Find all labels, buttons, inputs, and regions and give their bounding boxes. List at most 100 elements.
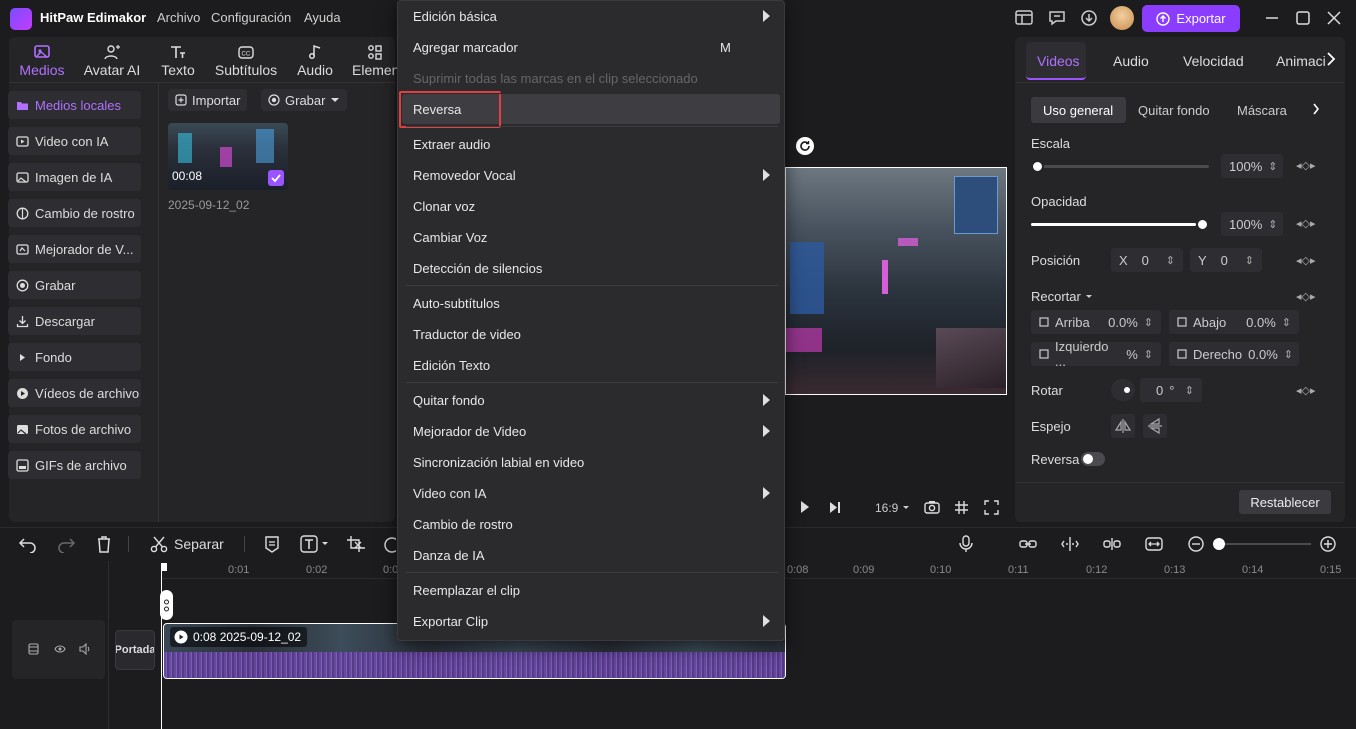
feedback-icon[interactable]: [1047, 9, 1067, 27]
sidebar-item-video-ia[interactable]: Video con IA: [8, 127, 141, 155]
opacidad-input[interactable]: 100% ⇕: [1221, 212, 1283, 236]
opacidad-slider[interactable]: [1031, 218, 1209, 231]
download-app-icon[interactable]: [1079, 9, 1099, 27]
undo-icon[interactable]: [18, 535, 38, 553]
sidebar-item-cambio-rostro[interactable]: Cambio de rostro: [8, 199, 141, 227]
close-icon[interactable]: [1324, 9, 1344, 27]
mirror-horizontal-icon[interactable]: [1111, 414, 1135, 438]
menu-mejorador-video[interactable]: Mejorador de Video: [413, 424, 526, 439]
sidebar-item-mejorador[interactable]: Mejorador de V...: [8, 235, 141, 263]
playhead[interactable]: [161, 565, 162, 729]
tab-texto[interactable]: Texto: [158, 44, 198, 84]
speaker-icon[interactable]: [79, 643, 91, 655]
tab-avatar-ai[interactable]: Avatar AI: [82, 44, 142, 84]
delete-icon[interactable]: [94, 535, 114, 553]
escala-slider[interactable]: [1031, 160, 1209, 173]
crop-top-input[interactable]: Arriba 0.0% ⇕: [1031, 310, 1161, 334]
menu-agregar-marcador[interactable]: Agregar marcador: [413, 40, 518, 55]
menu-exportar-clip[interactable]: Exportar Clip: [413, 614, 488, 629]
stepper-icon[interactable]: ⇕: [1144, 316, 1153, 329]
crop-tool-icon[interactable]: [346, 535, 366, 553]
grid-icon[interactable]: [954, 500, 969, 515]
text-tool-dropdown[interactable]: [300, 535, 332, 553]
menu-cambiar-voz[interactable]: Cambiar Voz: [413, 230, 487, 245]
menu-auto-subtitulos[interactable]: Auto-subtítulos: [413, 296, 500, 311]
fit-timeline-icon[interactable]: [1144, 535, 1164, 553]
menu-reversa[interactable]: Reversa: [413, 102, 461, 117]
magnet-icon[interactable]: [1060, 535, 1080, 553]
zoom-out-icon[interactable]: [1187, 535, 1207, 553]
subtab-uso-general[interactable]: Uso general: [1031, 97, 1126, 123]
stepper-icon[interactable]: ⇕: [1268, 218, 1277, 231]
fullscreen-icon[interactable]: [984, 500, 999, 515]
subtitle-tool-icon[interactable]: [262, 535, 282, 553]
keyframe-nav-icon[interactable]: ◂◇▸: [1296, 290, 1316, 303]
sidebar-item-descargar[interactable]: Descargar: [8, 307, 141, 335]
tab-medios[interactable]: Medios: [18, 44, 66, 84]
menu-video-ia[interactable]: Video con IA: [413, 486, 486, 501]
chevron-right-icon[interactable]: [1326, 51, 1336, 67]
tab-velocidad[interactable]: Velocidad: [1183, 53, 1244, 69]
speed-tool-icon[interactable]: [382, 535, 396, 553]
eye-icon[interactable]: [54, 644, 66, 654]
menu-edicion-basica[interactable]: Edición básica: [413, 9, 497, 24]
play-icon[interactable]: [800, 500, 810, 514]
crop-left-input[interactable]: Izquierdo ... % ⇕: [1031, 339, 1161, 369]
split-link-icon[interactable]: [1102, 535, 1122, 553]
sidebar-item-grabar[interactable]: Grabar: [8, 271, 141, 299]
layout-icon[interactable]: [1014, 9, 1034, 27]
tab-elementos[interactable]: Elemen: [352, 44, 398, 84]
export-button[interactable]: Exportar: [1142, 5, 1240, 32]
check-icon[interactable]: [268, 170, 284, 186]
menu-sincronizacion-labial[interactable]: Sincronización labial en video: [413, 455, 584, 470]
maximize-icon[interactable]: [1293, 9, 1313, 27]
rotate-dial-icon[interactable]: [1111, 379, 1135, 401]
sidebar-item-fotos-archivo[interactable]: Fotos de archivo: [8, 415, 141, 443]
minimize-icon[interactable]: [1262, 9, 1282, 27]
menu-archivo[interactable]: Archivo: [157, 10, 200, 25]
microphone-icon[interactable]: [956, 535, 976, 553]
redo-icon[interactable]: [56, 535, 76, 553]
menu-removedor-vocal[interactable]: Removedor Vocal: [413, 168, 516, 183]
stepper-icon[interactable]: ⇕: [1245, 254, 1254, 267]
escala-slider-knob[interactable]: [1031, 160, 1044, 173]
cover-button[interactable]: Portada: [115, 630, 155, 670]
tab-audio-props[interactable]: Audio: [1113, 53, 1149, 69]
stepper-icon[interactable]: ⇕: [1282, 316, 1291, 329]
crop-bottom-input[interactable]: Abajo 0.0% ⇕: [1169, 310, 1299, 334]
keyframe-nav-icon[interactable]: ◂◇▸: [1296, 217, 1316, 230]
keyframe-nav-icon[interactable]: ◂◇▸: [1296, 384, 1316, 397]
zoom-slider[interactable]: [1213, 538, 1311, 550]
pos-y-input[interactable]: Y 0 ⇕: [1190, 248, 1262, 272]
sidebar-item-fondo[interactable]: Fondo: [8, 343, 141, 371]
menu-deteccion-silencios[interactable]: Detección de silencios: [413, 261, 542, 276]
pos-x-input[interactable]: X 0 ⇕: [1111, 248, 1183, 272]
menu-configuracion[interactable]: Configuración: [211, 10, 291, 25]
menu-cambio-rostro[interactable]: Cambio de rostro: [413, 517, 513, 532]
mirror-vertical-icon[interactable]: [1143, 414, 1167, 438]
keyframe-nav-icon[interactable]: ◂◇▸: [1296, 254, 1316, 267]
sidebar-item-medios-locales[interactable]: Medios locales: [8, 91, 141, 119]
sidebar-item-gifs-archivo[interactable]: GIFs de archivo: [8, 451, 141, 479]
stepper-icon[interactable]: ⇕: [1268, 160, 1277, 173]
escala-input[interactable]: 100% ⇕: [1221, 154, 1283, 178]
video-preview-frame[interactable]: [785, 167, 1007, 395]
menu-ayuda[interactable]: Ayuda: [304, 10, 341, 25]
next-frame-icon[interactable]: [829, 501, 841, 514]
menu-extraer-audio[interactable]: Extraer audio: [413, 137, 490, 152]
snapshot-icon[interactable]: [924, 500, 940, 515]
menu-danza-ia[interactable]: Danza de IA: [413, 548, 485, 563]
subtab-chevron-right-icon[interactable]: [1312, 103, 1320, 115]
tab-videos[interactable]: Videos: [1026, 42, 1086, 80]
link-icon[interactable]: [1018, 535, 1038, 553]
stepper-icon[interactable]: ⇕: [1185, 384, 1194, 397]
stepper-icon[interactable]: ⇕: [1166, 254, 1175, 267]
zoom-slider-knob[interactable]: [1213, 538, 1225, 550]
menu-edicion-texto[interactable]: Edición Texto: [413, 358, 490, 373]
crop-right-input[interactable]: Derecho 0.0% ⇕: [1169, 342, 1299, 366]
tab-audio[interactable]: Audio: [294, 44, 336, 84]
sidebar-item-imagen-ia[interactable]: Imagen de IA: [8, 163, 141, 191]
stepper-icon[interactable]: ⇕: [1284, 348, 1293, 361]
recortar-toggle[interactable]: Recortar: [1031, 289, 1093, 304]
aspect-ratio-dropdown[interactable]: 16:9: [875, 501, 910, 515]
